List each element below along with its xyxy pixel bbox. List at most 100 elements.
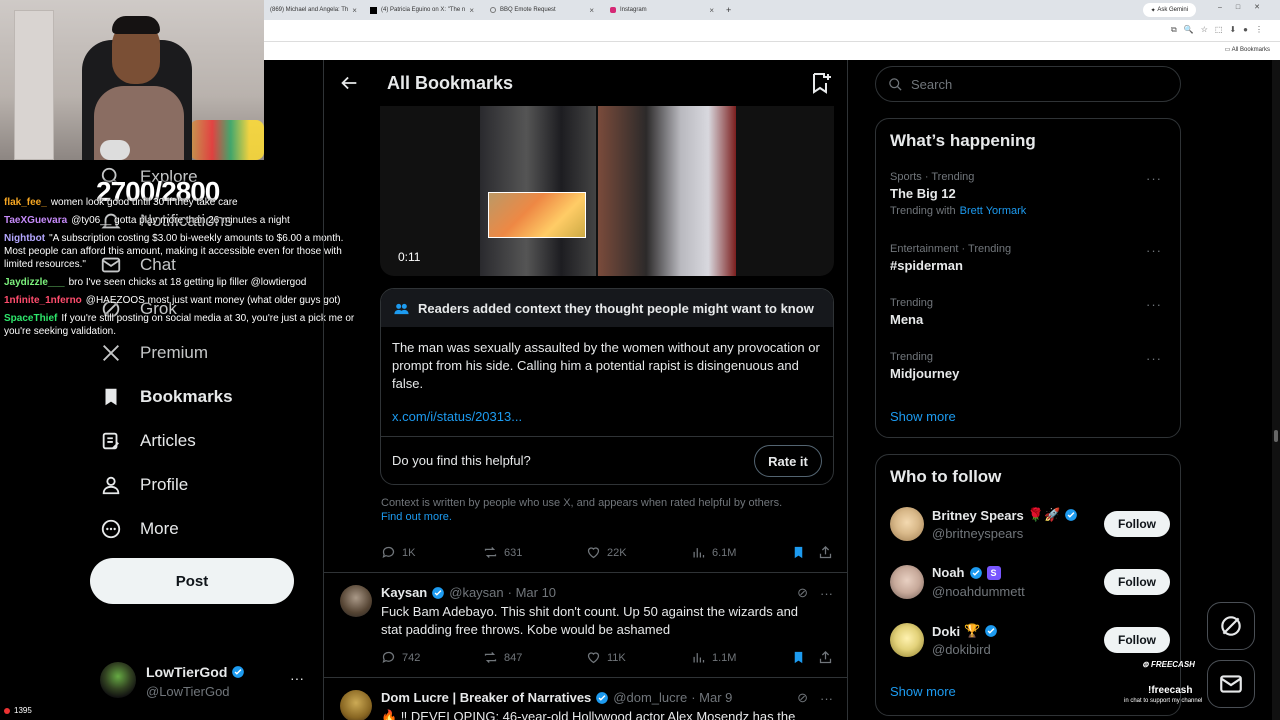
- more-icon[interactable]: ···: [1146, 171, 1162, 186]
- tweet-text: Fuck Bam Adebayo. This shit don't count.…: [381, 604, 799, 637]
- more-icon[interactable]: ···: [290, 670, 304, 686]
- bookmark-button[interactable]: [791, 545, 806, 560]
- browser-tab[interactable]: (869) Michael and Angela: Th ×: [264, 2, 360, 18]
- follow-button[interactable]: Follow: [1104, 511, 1170, 537]
- like-button[interactable]: 11K: [586, 650, 626, 665]
- repost-button[interactable]: 847: [483, 650, 522, 665]
- bookmark-add-icon[interactable]: [809, 71, 833, 95]
- browser-tab[interactable]: Instagram ×: [604, 2, 720, 18]
- more-icon[interactable]: ···: [820, 586, 833, 601]
- reply-button[interactable]: 1K: [381, 545, 415, 560]
- more-icon[interactable]: ···: [1146, 351, 1162, 366]
- post-button[interactable]: Post: [90, 558, 294, 604]
- bookmark-button[interactable]: [791, 650, 806, 665]
- window-controls[interactable]: ‒□✕: [1218, 3, 1274, 11]
- avatar: [890, 507, 924, 541]
- trend-with-link[interactable]: Brett Yormark: [960, 205, 1027, 217]
- close-tab-icon[interactable]: ×: [352, 6, 357, 15]
- nav-profile[interactable]: Profile: [100, 470, 188, 500]
- rate-it-button[interactable]: Rate it: [754, 445, 822, 477]
- community-note: Readers added context they thought peopl…: [380, 288, 834, 485]
- back-arrow-icon[interactable]: [338, 72, 360, 94]
- follow-suggestion[interactable]: Doki 🏆 @dokibird Follow: [890, 623, 1170, 663]
- views-button[interactable]: 6.1M: [691, 545, 736, 560]
- trend-item[interactable]: Entertainment · Trending #spiderman ···: [890, 243, 1170, 273]
- tweet-top-icons: ⊘ ···: [797, 585, 833, 601]
- grok-float-button[interactable]: [1207, 602, 1255, 650]
- browser-tab[interactable]: BBQ Emote Request ×: [484, 2, 600, 18]
- grok-icon[interactable]: ⊘: [797, 585, 808, 601]
- chat-username: 1nfinite_1nferno: [4, 295, 82, 306]
- show-more-link[interactable]: Show more: [890, 684, 956, 699]
- scrollbar-thumb[interactable]: [1274, 430, 1278, 442]
- follow-suggestion[interactable]: Noah S @noahdummett Follow: [890, 565, 1170, 605]
- tweet-author-handle[interactable]: @dom_lucre: [613, 690, 687, 705]
- chat-text: "A subscription costing $3.00 bi-weekly …: [4, 233, 344, 270]
- nav-bookmarks[interactable]: Bookmarks: [100, 382, 233, 412]
- tweet-date[interactable]: · Mar 10: [508, 585, 556, 600]
- community-note-header: Readers added context they thought peopl…: [381, 289, 833, 327]
- tweet-author-handle[interactable]: @kaysan: [449, 585, 503, 600]
- all-bookmarks-folder[interactable]: ▭ All Bookmarks: [1225, 46, 1270, 53]
- suggestion-handle: @britneyspears: [932, 526, 1024, 541]
- views-button[interactable]: 1.1M: [691, 650, 736, 665]
- more-circle-icon: [101, 519, 121, 539]
- tweet-author-name[interactable]: Dom Lucre | Breaker of Narratives: [381, 690, 591, 705]
- close-tab-icon[interactable]: ×: [469, 6, 474, 15]
- browser-tab[interactable]: (4) Patricia Eguino on X: "The n ×: [364, 2, 480, 18]
- account-switcher[interactable]: LowTierGod @LowTierGod ···: [100, 660, 310, 704]
- search-input[interactable]: [911, 76, 1161, 92]
- toolbar-icons[interactable]: ⧉🔍☆⬚⬇●⋮: [1171, 25, 1270, 35]
- repost-count: 631: [504, 546, 523, 559]
- follow-button[interactable]: Follow: [1104, 569, 1170, 595]
- more-icon[interactable]: ···: [1146, 297, 1162, 312]
- video-player[interactable]: 0:11: [380, 106, 834, 276]
- search-box[interactable]: [875, 66, 1181, 102]
- trend-with-prefix: Trending with: [890, 205, 956, 217]
- close-tab-icon[interactable]: ×: [589, 6, 594, 15]
- share-button[interactable]: [818, 650, 833, 665]
- views-count: 6.1M: [712, 546, 737, 559]
- more-icon[interactable]: ···: [1146, 243, 1162, 258]
- new-tab-button[interactable]: +: [720, 2, 740, 18]
- like-count: 22K: [607, 546, 627, 559]
- reply-icon: [382, 546, 395, 559]
- chat-message: SpaceThief If you're still posting on soc…: [4, 312, 356, 338]
- community-note-body: The man was sexually assaulted by the wo…: [392, 340, 820, 391]
- panel-title: What’s happening: [890, 131, 1036, 150]
- trend-item[interactable]: Trending Mena ···: [890, 297, 1170, 327]
- show-more-link[interactable]: Show more: [890, 409, 956, 424]
- tweet[interactable]: Dom Lucre | Breaker of Narratives @dom_l…: [324, 678, 847, 720]
- viewer-count-text: 1395: [14, 706, 32, 715]
- trend-item[interactable]: Sports · Trending The Big 12 Trending wi…: [890, 171, 1170, 217]
- tweet-author-name[interactable]: Kaysan: [381, 585, 427, 600]
- heart-icon: [587, 547, 600, 559]
- video-inset-image: [488, 192, 586, 238]
- trend-item[interactable]: Trending Midjourney ···: [890, 351, 1170, 381]
- ask-gemini-button[interactable]: ✦ Ask Gemini: [1142, 3, 1196, 17]
- follow-suggestion[interactable]: Britney Spears 🌹🚀 @britneyspears Follow: [890, 507, 1170, 547]
- chat-text: bro I've seen chicks at 18 getting lip f…: [68, 277, 307, 288]
- suggestion-name-text: Doki: [932, 623, 961, 639]
- community-note-link[interactable]: x.com/i/status/20313...: [392, 409, 522, 424]
- webcam-rug: [190, 120, 264, 160]
- tweet-date[interactable]: · Mar 9: [691, 690, 732, 705]
- find-out-more-link[interactable]: Find out more.: [381, 511, 452, 523]
- reply-button[interactable]: 742: [381, 650, 420, 665]
- more-icon[interactable]: ···: [820, 691, 833, 706]
- messages-float-button[interactable]: [1207, 660, 1255, 708]
- page-scrollbar[interactable]: [1272, 60, 1280, 720]
- nav-articles[interactable]: Articles: [100, 426, 196, 456]
- share-button[interactable]: [818, 545, 833, 560]
- mail-icon: [1220, 675, 1242, 693]
- follow-button[interactable]: Follow: [1104, 627, 1170, 653]
- nav-more[interactable]: More: [100, 514, 179, 544]
- like-button[interactable]: 22K: [586, 545, 627, 560]
- grok-icon[interactable]: ⊘: [797, 690, 808, 706]
- reply-icon: [382, 651, 395, 664]
- tweet-text: 🔥 ‼ DEVELOPING: 46-year-old Hollywood ac…: [381, 708, 821, 720]
- tab-title: (4) Patricia Eguino on X: "The n: [381, 7, 466, 13]
- trend-name: The Big 12: [890, 186, 956, 201]
- close-tab-icon[interactable]: ×: [709, 6, 714, 15]
- repost-button[interactable]: 631: [483, 545, 522, 560]
